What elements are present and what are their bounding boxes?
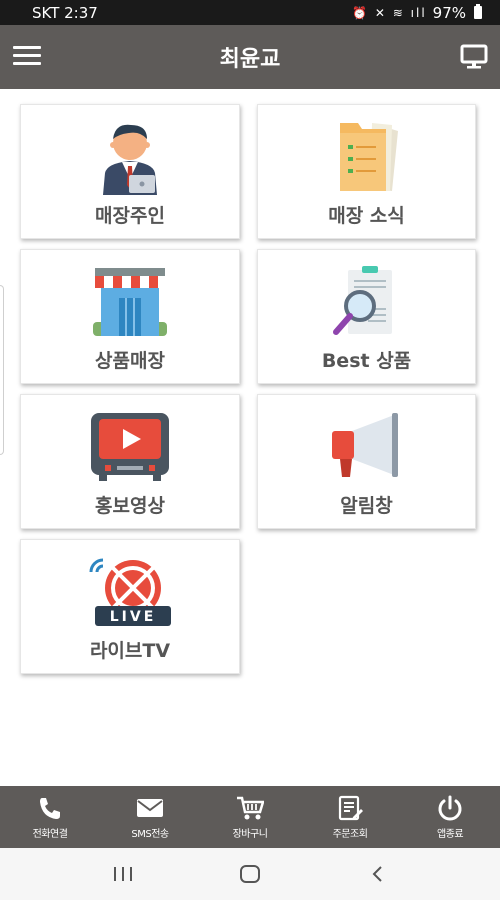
mail-icon (137, 798, 163, 817)
nav-phone-call[interactable]: 전화연결 (0, 786, 100, 848)
tile-notifications[interactable]: 알림창 (257, 394, 476, 529)
recent-apps-icon (114, 867, 133, 881)
tile-shop-owner[interactable]: 매장주인 (20, 104, 240, 239)
status-bar: SKT 2:37 ⏰ ✕ ≋ ıll 97% (0, 0, 500, 25)
magnifier-document-icon (332, 266, 392, 335)
recent-apps-button[interactable] (108, 859, 138, 889)
megaphone-icon (331, 413, 398, 477)
nav-label: 앱종료 (436, 828, 464, 840)
home-icon (239, 865, 260, 883)
tile-product-store[interactable]: 상품매장 (20, 249, 240, 384)
tile-label: 매장 소식 (328, 205, 405, 227)
nav-label: 전화연결 (32, 828, 68, 840)
menu-grid: 매장주인 매장 소식 상품매장 Best 상품 홍보영상 알림창 LIVE 라이… (20, 104, 476, 674)
tile-label: 라이브TV (89, 640, 171, 662)
nav-cart[interactable]: 장바구니 (200, 786, 300, 848)
edge-panel-handle[interactable] (0, 285, 4, 455)
carrier-time: SKT 2:37 (32, 3, 98, 22)
tile-live-tv[interactable]: LIVE 라이브TV (20, 539, 240, 674)
svg-text:LIVE: LIVE (110, 609, 157, 625)
phone-icon (40, 797, 60, 819)
power-icon (438, 795, 462, 820)
home-button[interactable] (235, 859, 265, 889)
tile-label: 상품매장 (95, 350, 165, 372)
nav-sms-send[interactable]: SMS전송 (100, 786, 200, 848)
monitor-button[interactable] (460, 42, 488, 70)
tile-shop-news[interactable]: 매장 소식 (257, 104, 476, 239)
nav-order-lookup[interactable]: 주문조회 (300, 786, 400, 848)
battery-percent: 97% (432, 3, 466, 22)
hamburger-icon (13, 46, 41, 49)
bottom-nav: 전화연결 SMS전송 장바구니 주문조회 앱종료 (0, 786, 500, 848)
tile-promo-video[interactable]: 홍보영상 (20, 394, 240, 529)
tile-label: 홍보영상 (95, 495, 165, 517)
nav-label: SMS전송 (131, 828, 169, 840)
back-icon (372, 866, 382, 882)
nav-exit-app[interactable]: 앱종료 (400, 786, 500, 848)
tile-best-products[interactable]: Best 상품 (257, 249, 476, 384)
video-play-icon (91, 413, 169, 481)
live-tv-icon: LIVE (89, 558, 171, 626)
page-title: 최윤교 (219, 47, 281, 72)
battery-icon (474, 4, 482, 19)
back-button[interactable] (362, 859, 392, 889)
app-header: 최윤교 (0, 25, 500, 89)
order-icon (338, 795, 363, 820)
nav-label: 주문조회 (332, 828, 368, 840)
storefront-icon (93, 268, 167, 336)
shop-owner-icon (103, 124, 157, 195)
tile-label: Best 상품 (321, 350, 412, 372)
folder-news-icon (339, 123, 398, 191)
tile-label: 매장주인 (95, 205, 165, 227)
menu-button[interactable] (13, 46, 41, 68)
nav-label: 장바구니 (232, 828, 268, 840)
status-right: ⏰ ✕ ≋ ıll 97% (352, 4, 482, 22)
tile-label: 알림창 (340, 495, 393, 517)
cart-icon (237, 796, 264, 819)
system-nav-bar (0, 848, 500, 900)
status-indicators-icon: ⏰ ✕ ≋ ıll (352, 5, 427, 20)
monitor-icon (460, 44, 488, 69)
